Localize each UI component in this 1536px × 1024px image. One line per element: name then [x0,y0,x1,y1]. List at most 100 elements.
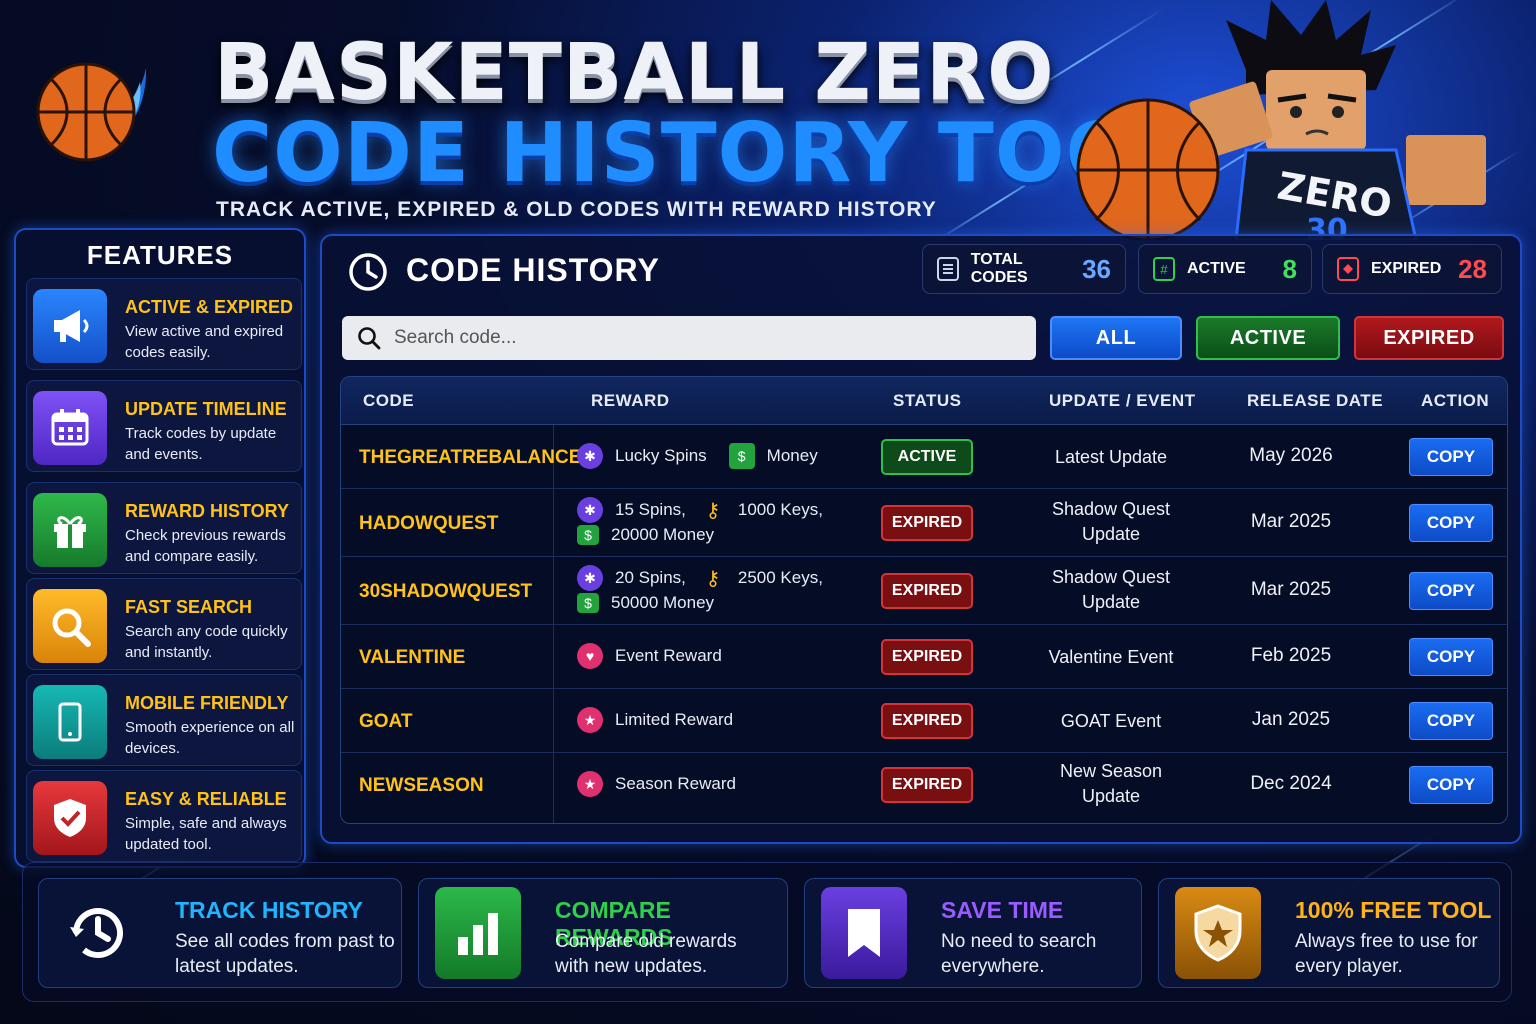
search-input[interactable] [394,327,994,349]
panel-title: CODE HISTORY [406,252,660,288]
reward-text: Money [766,446,818,465]
release-date: Feb 2025 [1250,645,1332,666]
reward-text: 20 Spins, [615,568,686,587]
table-row: NEWSEASON ★ Season Reward EXPIRED New Se… [341,753,1507,823]
stat-label: ACTIVE [1187,260,1246,277]
feature-desc: Simple, safe and always updated tool. [125,815,287,853]
reward-text: Limited Reward [615,710,734,729]
reward-text: 50000 Money [611,593,715,612]
codes-table: CODE REWARD STATUS UPDATE / EVENT RELEAS… [340,376,1508,824]
stat-expired: EXPIRED 28 [1322,244,1502,294]
benefit-title: SAVE TIME [941,897,1064,923]
event-text: Latest Update [1054,447,1168,467]
table-row: THEGREATREBALANCE ✱ Lucky Spins $ Money … [341,425,1507,489]
magnifier-icon [33,589,107,663]
key-icon: ⚷ [705,499,721,522]
copy-button[interactable]: COPY [1409,572,1493,610]
spin-wheel-icon: ✱ [577,443,603,469]
code-text: GOAT [359,711,413,732]
feature-fast-search: FAST SEARCH Search any code quickly and … [26,578,302,670]
benefit-desc: No need to search everywhere. [941,931,1097,977]
column-header-reward: REWARD [591,391,670,410]
benefit-title: TRACK HISTORY [175,897,363,923]
copy-button[interactable]: COPY [1409,638,1493,676]
stat-active: # ACTIVE 8 [1138,244,1312,294]
heart-icon: ♥ [577,643,603,669]
feature-desc: Check previous rewards and compare easil… [125,527,286,565]
bar-chart-icon [435,887,521,979]
reward-text: 20000 Money [611,525,715,544]
feature-title: MOBILE FRIENDLY [125,693,289,713]
feature-title: FAST SEARCH [125,597,253,617]
feature-update-timeline: UPDATE TIMELINE Track codes by update an… [26,380,302,472]
phone-icon [33,685,107,759]
release-date: Mar 2025 [1250,511,1332,532]
copy-button[interactable]: COPY [1409,504,1493,542]
benefit-desc: See all codes from past to latest update… [175,931,395,977]
code-history-panel: CODE HISTORY TOTAL CODES 36 # ACTIVE 8 E… [320,234,1522,844]
benefit-desc: Always free to use for every player. [1295,931,1478,977]
table-row: GOAT ★ Limited Reward EXPIRED GOAT Event… [341,689,1507,753]
calendar-icon [33,391,107,465]
clock-icon [349,253,387,291]
reward-text: 2500 Keys, [737,568,823,587]
feature-easy-reliable: EASY & RELIABLE Simple, safe and always … [26,770,302,862]
status-badge: ACTIVE [881,439,973,475]
event-text: Valentine Event [1048,647,1174,667]
code-text: VALENTINE [359,647,466,668]
status-badge: EXPIRED [881,573,973,609]
feature-desc: Search any code quickly and instantly. [125,623,288,661]
event-text: New Season Update [1059,761,1163,806]
history-clock-icon [55,887,141,979]
copy-button[interactable]: COPY [1409,702,1493,740]
column-header-status: STATUS [893,391,962,410]
star-shield-icon [1175,887,1261,979]
code-text: NEWSEASON [359,775,484,796]
search-bar[interactable] [342,316,1036,360]
spin-wheel-icon: ✱ [577,565,603,591]
reward-text: Season Reward [615,774,736,793]
benefit-title: 100% FREE TOOL [1295,897,1492,923]
feature-mobile-friendly: MOBILE FRIENDLY Smooth experience on all… [26,674,302,766]
star-icon: ★ [577,707,603,733]
feature-title: REWARD HISTORY [125,501,290,521]
spin-wheel-icon: ✱ [577,497,603,523]
megaphone-icon [33,289,107,363]
filter-active-button[interactable]: ACTIVE [1196,316,1340,360]
release-date: May 2026 [1249,445,1333,466]
app-title-line1: BASKETBALL ZERO [214,28,1055,118]
stat-label: TOTAL CODES [970,251,1028,286]
filter-expired-button[interactable]: EXPIRED [1354,316,1504,360]
copy-button[interactable]: COPY [1409,766,1493,804]
reward-text: Lucky Spins [615,446,707,465]
column-header-date: RELEASE DATE [1247,391,1384,410]
list-icon [937,257,959,281]
features-sidebar: FEATURES ACTIVE & EXPIRED View active an… [14,228,306,868]
basketball-logo-icon [36,62,147,162]
event-text: Shadow Quest Update [1051,499,1171,544]
benefit-save-time: SAVE TIME No need to search everywhere. [804,878,1142,988]
table-row: VALENTINE ♥ Event Reward EXPIRED Valenti… [341,625,1507,689]
feature-active-expired: ACTIVE & EXPIRED View active and expired… [26,278,302,370]
copy-button[interactable]: COPY [1409,438,1493,476]
money-icon: $ [577,593,599,613]
status-badge: EXPIRED [881,505,973,541]
shield-check-icon [33,781,107,855]
player-character-illustration: ZERO 30 [1076,0,1486,240]
benefit-desc: Compare old rewards with new updates. [555,931,737,977]
status-badge: EXPIRED [881,639,973,675]
column-header-event: UPDATE / EVENT [1049,391,1196,410]
reward-text: 15 Spins, [615,500,686,519]
table-row: 30SHADOWQUEST ✱ 20 Spins, ⚷ 2500 Keys, $… [341,557,1507,625]
release-date: Mar 2025 [1250,579,1332,600]
filter-all-button[interactable]: ALL [1050,316,1182,360]
key-icon: ⚷ [705,567,721,590]
stat-total-codes: TOTAL CODES 36 [922,244,1126,294]
money-icon: $ [728,443,755,469]
feature-desc: Smooth experience on all devices. [125,719,295,757]
bookmark-icon [821,887,907,979]
app-tagline: TRACK ACTIVE, EXPIRED & OLD CODES WITH R… [216,198,937,221]
expired-icon [1337,257,1359,281]
stat-value: 36 [1082,253,1111,284]
reward-text: Event Reward [615,646,722,665]
